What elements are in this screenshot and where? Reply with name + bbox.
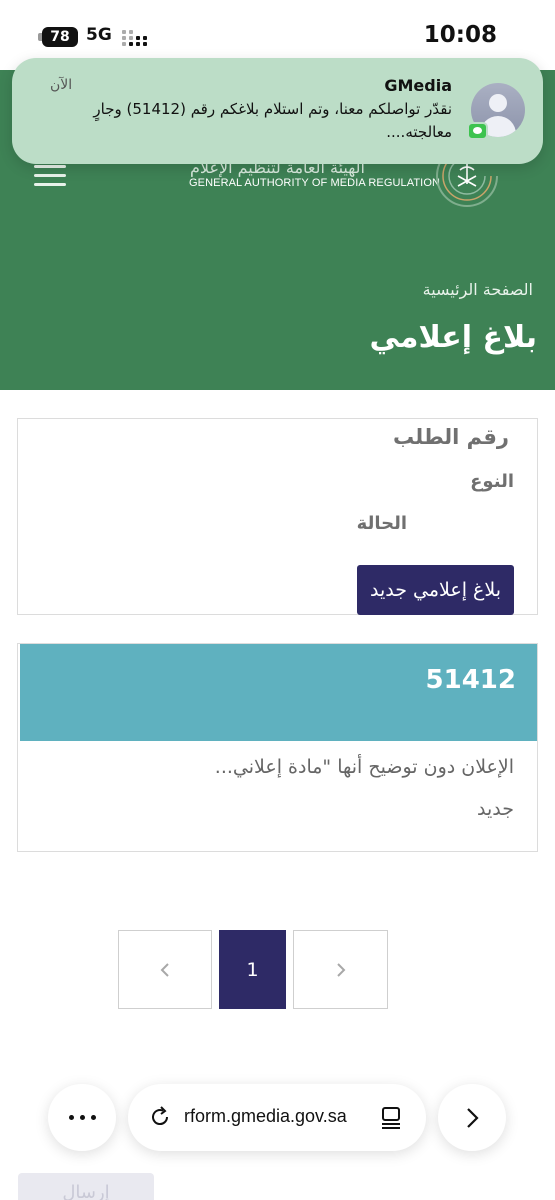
more-dots-icon [68, 1115, 74, 1120]
report-card[interactable]: 51412 الإعلان دون توضيح أنها "مادة إعلان… [17, 643, 538, 852]
report-status: جديد [477, 798, 514, 820]
battery-indicator: 78 [42, 27, 78, 47]
url-text: rform.gmedia.gov.sa [184, 1106, 347, 1126]
submit-button[interactable]: إرسال [18, 1173, 154, 1200]
forward-chevron-icon [467, 1107, 479, 1128]
status-label: الحالة [356, 513, 407, 534]
signal-icon [122, 28, 152, 46]
chevron-right-icon [336, 962, 345, 977]
org-name-english: GENERAL AUTHORITY OF MEDIA REGULATION [189, 177, 441, 189]
pagination-page-1[interactable]: 1 [219, 930, 286, 1009]
type-label: النوع [470, 471, 514, 492]
page-title: بلاغ إعلامي [369, 320, 537, 355]
filter-card: رقم الطلب النوع الحالة بلاغ إعلامي جديد [17, 418, 538, 615]
notification-app-name: GMedia [384, 76, 452, 95]
address-bar[interactable]: rform.gmedia.gov.sa [128, 1084, 426, 1151]
status-time: 10:08 [423, 22, 497, 48]
chevron-left-icon [160, 962, 169, 977]
pagination-prev-button[interactable] [118, 930, 212, 1009]
notification-time: الآن [50, 77, 73, 93]
forward-button[interactable] [438, 1084, 506, 1151]
notification-body: نقدّر تواصلكم معنا، وتم استلام بلاغكم رق… [93, 100, 452, 141]
reader-mode-icon[interactable] [380, 1106, 402, 1130]
breadcrumb[interactable]: الصفحة الرئيسية [423, 280, 533, 299]
report-description: الإعلان دون توضيح أنها "مادة إعلاني... [214, 756, 514, 778]
push-notification[interactable]: GMedia الآن نقدّر تواصلكم معنا، وتم استل… [12, 58, 543, 164]
network-type: 5G [86, 25, 112, 45]
new-report-button[interactable]: بلاغ إعلامي جديد [357, 565, 514, 615]
order-number-label: رقم الطلب [393, 425, 509, 449]
messages-icon [467, 122, 488, 140]
more-options-button[interactable] [48, 1084, 116, 1151]
hamburger-menu-icon[interactable] [34, 165, 66, 187]
report-number: 51412 [425, 665, 516, 695]
reload-icon[interactable] [148, 1105, 172, 1129]
pagination-next-button[interactable] [293, 930, 388, 1009]
report-card-header: 51412 [20, 644, 537, 741]
